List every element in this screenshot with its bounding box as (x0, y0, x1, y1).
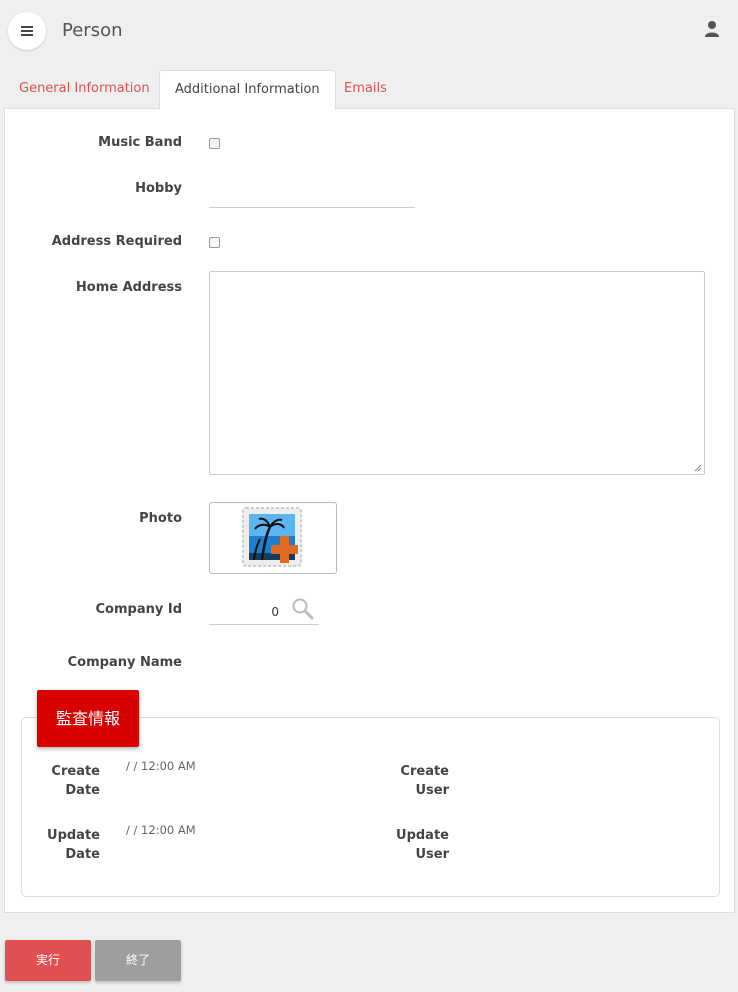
update-date-label: Update Date (47, 828, 100, 862)
music-band-label: Music Band (98, 135, 182, 150)
user-icon[interactable] (704, 20, 720, 38)
hamburger-icon (21, 26, 33, 36)
tab-general-information[interactable]: General Information (4, 70, 165, 108)
create-date-value: / / 12:00 AM (126, 759, 196, 773)
hobby-input[interactable] (209, 185, 415, 208)
search-icon[interactable] (291, 597, 315, 621)
top-bar: Person (0, 0, 738, 66)
audit-title-badge: 監査情報 (37, 690, 139, 747)
home-address-textarea[interactable] (209, 271, 705, 475)
company-id-label: Company Id (95, 602, 183, 617)
address-required-label: Address Required (51, 234, 182, 249)
create-user-label: Create User (400, 764, 449, 798)
form-panel: Music Band Hobby Address Required Home A… (4, 108, 735, 913)
add-photo-icon (242, 507, 302, 567)
hobby-label: Hobby (135, 181, 182, 196)
address-required-checkbox[interactable] (209, 237, 220, 248)
tab-additional-information[interactable]: Additional Information (159, 70, 336, 110)
photo-upload[interactable] (209, 502, 337, 574)
company-search-underline (285, 624, 319, 625)
company-id-input[interactable]: 0 (209, 599, 285, 625)
company-name-label: Company Name (67, 655, 182, 670)
run-button[interactable]: 実行 (5, 940, 91, 981)
photo-label: Photo (139, 511, 182, 526)
tab-emails[interactable]: Emails (329, 70, 402, 108)
menu-button[interactable] (8, 12, 46, 50)
end-button[interactable]: 終了 (95, 940, 181, 981)
update-user-label: Update User (396, 828, 449, 862)
update-date-value: / / 12:00 AM (126, 823, 196, 837)
create-date-label: Create Date (51, 764, 100, 798)
page-title: Person (62, 20, 123, 41)
tab-bar: General Information Additional Informati… (4, 70, 736, 110)
music-band-checkbox[interactable] (209, 138, 220, 149)
resize-grip-icon[interactable] (694, 464, 702, 472)
home-address-label: Home Address (75, 280, 182, 295)
